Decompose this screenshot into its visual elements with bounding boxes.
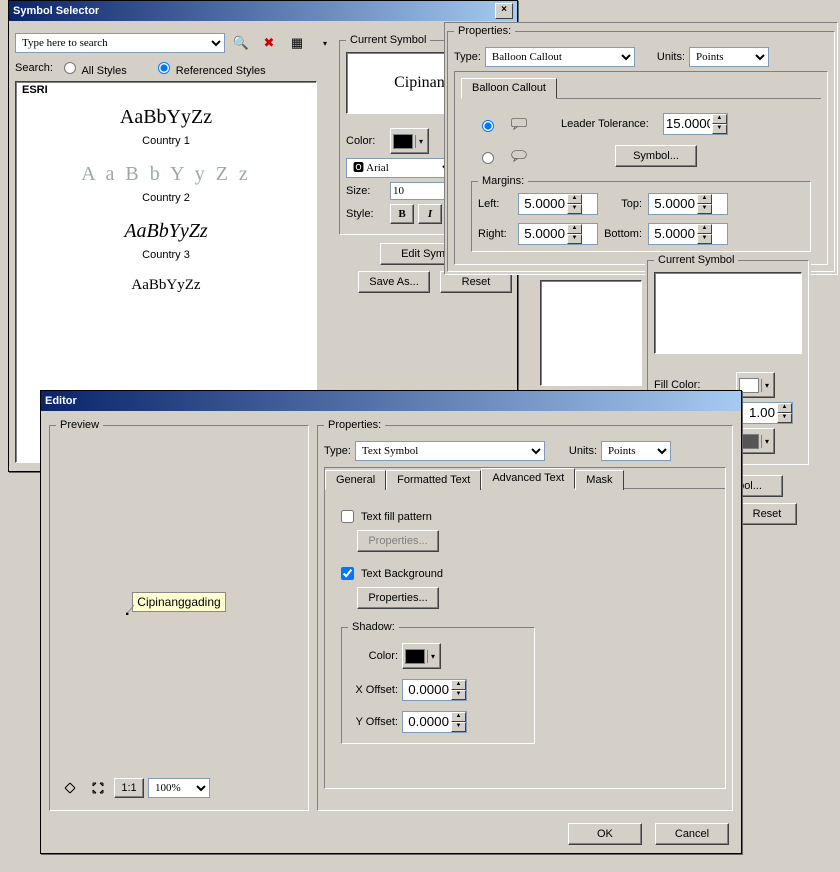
style-label: Style: bbox=[346, 208, 386, 220]
current-symbol-legend-2: Current Symbol bbox=[654, 254, 738, 266]
shadow-color-label: Color: bbox=[348, 650, 398, 662]
type-label: Type: bbox=[454, 51, 481, 63]
list-header: ESRI bbox=[16, 82, 316, 98]
bold-button[interactable]: B bbox=[390, 204, 414, 224]
balloon-properties-panel: Properties: Type: Balloon Callout Units:… bbox=[444, 22, 838, 275]
editor-type-select[interactable]: Text Symbol bbox=[355, 441, 545, 461]
margin-top-spinner[interactable]: ▲▼ bbox=[648, 193, 728, 215]
preview-callout: Cipinanggading bbox=[132, 592, 225, 612]
dropdown-icon[interactable]: ▾ bbox=[313, 31, 337, 55]
radio-all-styles[interactable]: All Styles bbox=[59, 59, 127, 77]
zoom-reset-button[interactable]: 1:1 bbox=[114, 778, 144, 798]
cancel-button[interactable]: Cancel bbox=[655, 823, 729, 845]
editor-preview-area: Cipinanggading bbox=[56, 437, 302, 767]
symbol-button[interactable]: Symbol... bbox=[615, 145, 697, 167]
tab-formatted-text[interactable]: Formatted Text bbox=[386, 470, 481, 490]
leader-tolerance-label: Leader Tolerance: bbox=[561, 118, 649, 130]
callout-style-rect-radio[interactable] bbox=[482, 120, 494, 132]
text-fill-pattern-checkbox[interactable]: Text fill pattern bbox=[337, 507, 713, 526]
size-label: Size: bbox=[346, 185, 386, 197]
callout-rect-icon bbox=[511, 116, 527, 132]
list-item[interactable]: AaBbYyZz bbox=[16, 277, 316, 294]
ok-button[interactable]: OK bbox=[568, 823, 642, 845]
properties-legend: Properties: bbox=[454, 25, 515, 37]
current-symbol-legend: Current Symbol bbox=[346, 34, 430, 46]
type-select[interactable]: Balloon Callout bbox=[485, 47, 635, 67]
editor-units-label: Units: bbox=[569, 445, 597, 457]
editor-title: Editor bbox=[45, 393, 77, 409]
current-symbol-preview-2 bbox=[654, 272, 802, 354]
outline-width-spinner[interactable]: ▲▼ bbox=[736, 402, 793, 424]
window-title: Symbol Selector bbox=[13, 3, 99, 19]
font-select[interactable]: 🅾 Arial bbox=[346, 158, 456, 178]
margin-left-spinner[interactable]: ▲▼ bbox=[518, 193, 598, 215]
color-label: Color: bbox=[346, 135, 386, 147]
leader-tolerance-spinner[interactable]: ▲▼ bbox=[663, 113, 728, 135]
x-offset-label: X Offset: bbox=[348, 684, 398, 696]
preview-legend: Preview bbox=[56, 419, 103, 431]
save-as-button[interactable]: Save As... bbox=[358, 271, 430, 293]
list-item[interactable]: AaBbYyZz bbox=[16, 220, 316, 243]
close-icon[interactable]: × bbox=[495, 3, 513, 19]
y-offset-label: Y Offset: bbox=[348, 716, 398, 728]
color-picker[interactable]: ▾ bbox=[390, 128, 429, 154]
titlebar: Symbol Selector × bbox=[9, 1, 517, 21]
callout-leader-icon bbox=[126, 605, 136, 615]
fill-properties-button: Properties... bbox=[357, 530, 439, 552]
radio-referenced-styles[interactable]: Referenced Styles bbox=[153, 59, 266, 77]
list-item[interactable]: AaBbYyZz bbox=[16, 106, 316, 129]
tab-balloon-callout[interactable]: Balloon Callout bbox=[461, 78, 557, 99]
margin-bottom-spinner[interactable]: ▲▼ bbox=[648, 223, 728, 245]
callout-style-round-radio[interactable] bbox=[482, 152, 494, 164]
view-grid-icon[interactable]: ▦ bbox=[285, 31, 309, 55]
zoom-out-icon[interactable] bbox=[58, 776, 82, 800]
margins-legend: Margins: bbox=[478, 175, 528, 187]
search-input[interactable]: Type here to search bbox=[15, 33, 225, 53]
y-offset-spinner[interactable]: ▲▼ bbox=[402, 711, 467, 733]
size-input[interactable] bbox=[390, 182, 450, 200]
tab-general[interactable]: General bbox=[325, 470, 386, 490]
text-background-checkbox[interactable]: Text Background bbox=[337, 564, 713, 583]
units-select[interactable]: Points bbox=[689, 47, 769, 67]
editor-units-select[interactable]: Points bbox=[601, 441, 671, 461]
editor-titlebar: Editor bbox=[41, 391, 741, 411]
margin-right-spinner[interactable]: ▲▼ bbox=[518, 223, 598, 245]
editor-type-label: Type: bbox=[324, 445, 351, 457]
x-offset-spinner[interactable]: ▲▼ bbox=[402, 679, 467, 701]
editor-properties-legend: Properties: bbox=[324, 419, 385, 431]
clear-search-icon[interactable]: ✖ bbox=[257, 31, 281, 55]
tab-mask[interactable]: Mask bbox=[575, 470, 623, 490]
units-label: Units: bbox=[657, 51, 685, 63]
shadow-color-picker[interactable]: ▾ bbox=[402, 643, 441, 669]
callout-round-icon bbox=[511, 148, 527, 164]
tab-advanced-text[interactable]: Advanced Text bbox=[481, 468, 575, 489]
search-icon[interactable]: 🔍 bbox=[229, 31, 253, 55]
zoom-select[interactable]: 100% bbox=[148, 778, 210, 798]
list-item[interactable]: A a B b Y y Z z bbox=[16, 163, 316, 186]
editor-window: Editor Preview Cipinanggading 1:1 100% P… bbox=[40, 390, 742, 854]
shadow-legend: Shadow: bbox=[348, 621, 399, 633]
search-label: Search: bbox=[15, 62, 55, 74]
preview-box-middle bbox=[540, 280, 642, 386]
zoom-in-icon[interactable] bbox=[86, 776, 110, 800]
italic-button[interactable]: I bbox=[418, 204, 442, 224]
reset-button-2[interactable]: Reset bbox=[737, 503, 797, 525]
background-properties-button[interactable]: Properties... bbox=[357, 587, 439, 609]
